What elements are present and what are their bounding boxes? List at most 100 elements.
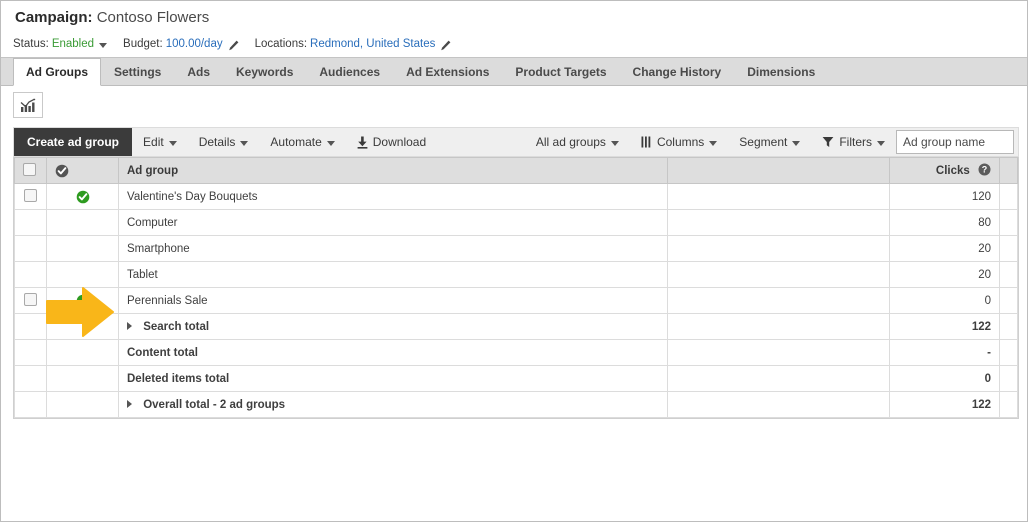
- row-select-cell: [14, 339, 47, 366]
- expander-triangle-icon[interactable]: [127, 399, 132, 408]
- status-header[interactable]: [46, 157, 119, 184]
- edit-menu[interactable]: Edit: [132, 128, 188, 156]
- status-enabled-icon: [76, 190, 90, 204]
- campaign-locations[interactable]: Locations: Redmond, United States: [255, 38, 452, 50]
- tab-settings[interactable]: Settings: [101, 58, 174, 85]
- row-spacer-cell: [667, 313, 890, 340]
- row-spacer-cell: [667, 209, 890, 236]
- tab-change-history[interactable]: Change History: [620, 58, 735, 85]
- campaign-status[interactable]: Status: Enabled: [13, 38, 108, 50]
- ad-group-column-header[interactable]: Ad group: [118, 157, 668, 184]
- table-header: Ad group Clicks ?: [14, 157, 1018, 184]
- tab-dimensions[interactable]: Dimensions: [734, 58, 828, 85]
- tab-keywords[interactable]: Keywords: [223, 58, 306, 85]
- overall-total-cell[interactable]: Overall total - 2 ad groups: [118, 391, 668, 418]
- status-enabled-icon: [76, 294, 90, 308]
- row-select-cell[interactable]: [14, 287, 47, 314]
- tab-audiences[interactable]: Audiences: [306, 58, 393, 85]
- select-all-checkbox[interactable]: [23, 162, 36, 176]
- row-end-cell: [999, 339, 1018, 366]
- bar-chart-icon[interactable]: [13, 92, 43, 118]
- content-total-label: Content total: [118, 339, 668, 366]
- table-row[interactable]: Valentine's Day Bouquets 120: [14, 183, 1018, 210]
- table-row-total: Content total -: [14, 339, 1018, 366]
- overall-total-label: Overall total - 2 ad groups: [143, 398, 286, 411]
- campaign-budget[interactable]: Budget: 100.00/day: [123, 38, 239, 50]
- select-all-header[interactable]: [14, 157, 47, 184]
- clicks-cell: 20: [889, 235, 1000, 262]
- table-row[interactable]: Perennials Sale 0: [14, 287, 1018, 314]
- row-end-cell: [999, 391, 1018, 418]
- budget-value[interactable]: 100.00/day: [166, 38, 223, 50]
- search-total-label: Search total: [143, 320, 210, 333]
- row-spacer-cell: [667, 287, 890, 314]
- row-checkbox[interactable]: [24, 292, 37, 306]
- details-menu-label: Details: [198, 135, 236, 149]
- all-ad-groups-label: All ad groups: [535, 135, 606, 149]
- expander-triangle-icon[interactable]: [127, 321, 132, 330]
- edit-pencil-icon[interactable]: [228, 40, 239, 51]
- chart-toggle-row: [1, 86, 1027, 124]
- row-select-cell: [14, 209, 47, 236]
- search-total-cell[interactable]: Search total: [118, 313, 668, 340]
- chevron-down-icon: [610, 140, 619, 146]
- tab-ad-groups[interactable]: Ad Groups: [13, 58, 101, 86]
- download-icon: [357, 136, 368, 149]
- create-ad-group-button[interactable]: Create ad group: [14, 128, 133, 156]
- all-ad-groups-filter[interactable]: All ad groups: [525, 128, 630, 156]
- table-row-total: Deleted items total 0: [14, 365, 1018, 392]
- ad-group-name-link[interactable]: Valentine's Day Bouquets: [118, 183, 668, 210]
- locations-value[interactable]: Redmond, United States: [310, 38, 435, 50]
- table-row[interactable]: Computer 80: [14, 209, 1018, 236]
- columns-menu[interactable]: Columns: [630, 128, 728, 156]
- ad-group-name-link[interactable]: Perennials Sale: [118, 287, 668, 314]
- clicks-column-header[interactable]: Clicks ?: [889, 157, 1000, 184]
- segment-label: Segment: [739, 135, 788, 149]
- ad-groups-table: Ad group Clicks ? Valentine's Day Bouque…: [14, 157, 1018, 418]
- download-button[interactable]: Download: [346, 128, 437, 156]
- page-title: Campaign: Contoso Flowers: [1, 1, 1027, 31]
- row-end-cell: [999, 261, 1018, 288]
- row-select-cell: [14, 235, 47, 262]
- table-header-row: Ad group Clicks ?: [14, 157, 1018, 184]
- row-checkbox[interactable]: [24, 188, 37, 202]
- row-status-cell: [46, 235, 119, 262]
- row-spacer-cell: [667, 391, 890, 418]
- row-select-cell: [14, 313, 47, 340]
- chevron-down-icon: [168, 140, 177, 146]
- status-label: Status:: [13, 38, 49, 50]
- details-menu[interactable]: Details: [188, 128, 260, 156]
- segment-name: Smartphone: [118, 235, 668, 262]
- row-end-cell: [999, 287, 1018, 314]
- row-select-cell: [14, 365, 47, 392]
- filters-menu[interactable]: Filters: [811, 128, 896, 156]
- row-status-cell: [46, 287, 119, 314]
- chevron-down-icon[interactable]: [99, 42, 108, 48]
- status-value[interactable]: Enabled: [52, 38, 94, 50]
- automate-menu[interactable]: Automate: [259, 128, 345, 156]
- row-spacer-cell: [667, 261, 890, 288]
- clicks-cell: 122: [889, 313, 1000, 340]
- clicks-cell: 122: [889, 391, 1000, 418]
- tab-product-targets[interactable]: Product Targets: [502, 58, 619, 85]
- search-input[interactable]: [896, 130, 1014, 154]
- locations-label: Locations:: [254, 38, 308, 50]
- table-row[interactable]: Tablet 20: [14, 261, 1018, 288]
- table-body: Valentine's Day Bouquets 120 Computer 80: [14, 183, 1018, 418]
- chevron-down-icon: [792, 140, 801, 146]
- chevron-down-icon: [709, 140, 718, 146]
- row-select-cell: [14, 391, 47, 418]
- table-row[interactable]: Smartphone 20: [14, 235, 1018, 262]
- row-spacer-cell: [667, 235, 890, 262]
- chevron-down-icon: [326, 140, 335, 146]
- tab-ad-extensions[interactable]: Ad Extensions: [393, 58, 502, 85]
- row-spacer-cell: [667, 183, 890, 210]
- segment-menu[interactable]: Segment: [728, 128, 811, 156]
- edit-pencil-icon[interactable]: [440, 40, 451, 51]
- tab-ads[interactable]: Ads: [174, 58, 223, 85]
- row-status-cell: [46, 339, 119, 366]
- row-select-cell[interactable]: [14, 183, 47, 210]
- segment-name: Computer: [118, 209, 668, 236]
- deleted-items-total-label: Deleted items total: [118, 365, 668, 392]
- help-icon[interactable]: ?: [978, 163, 991, 179]
